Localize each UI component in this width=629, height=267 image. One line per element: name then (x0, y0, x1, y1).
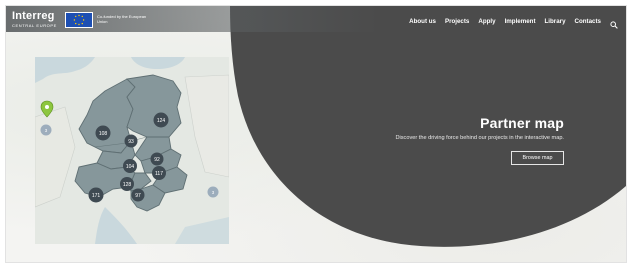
cluster-117[interactable]: 117 (152, 166, 166, 180)
top-header: Interreg CENTRAL EUROPE Co-funded by the… (6, 6, 626, 32)
cluster-97[interactable]: 97 (131, 188, 145, 202)
hero-title: Partner map (480, 115, 564, 131)
logo-main-text: Interreg (12, 10, 55, 22)
cluster-label: 97 (135, 193, 141, 199)
cluster-124[interactable]: 124 (153, 112, 169, 128)
cluster-label: 92 (154, 157, 160, 163)
cluster-label: 104 (126, 164, 135, 170)
interreg-logo[interactable]: Interreg CENTRAL EUROPE (12, 10, 57, 29)
cluster-label: 124 (157, 118, 166, 124)
cluster-label: 171 (92, 193, 101, 199)
cluster-label: 117 (155, 171, 163, 177)
browse-map-button[interactable]: Browse map (511, 151, 564, 165)
cluster-label: 108 (99, 131, 108, 137)
cluster-92[interactable]: 92 (150, 152, 164, 166)
cluster-171[interactable]: 171 (88, 187, 104, 203)
hero-description: Discover the driving force behind our pr… (395, 135, 564, 141)
cofunded-text: Co-funded by the European Union (97, 14, 147, 24)
search-icon[interactable] (610, 16, 618, 29)
map-svg: 124 108 93 104 92 117 128 171 97 3 3 (35, 57, 229, 244)
partner-map-preview[interactable]: 124 108 93 104 92 117 128 171 97 3 3 (35, 57, 229, 244)
nav-about-us[interactable]: About us (409, 18, 436, 25)
cluster-128[interactable]: 128 (120, 177, 134, 191)
page: Interreg CENTRAL EUROPE Co-funded by the… (6, 6, 626, 262)
main-nav: About us Projects Apply Implement Librar… (409, 16, 618, 29)
nav-contacts[interactable]: Contacts (575, 18, 601, 25)
cluster-108[interactable]: 108 (95, 125, 111, 141)
cluster-3-west[interactable]: 3 (40, 124, 52, 136)
cluster-label: 93 (128, 139, 134, 145)
cluster-104[interactable]: 104 (123, 159, 137, 173)
cluster-label: 128 (123, 182, 132, 188)
nav-projects[interactable]: Projects (445, 18, 469, 25)
nav-apply[interactable]: Apply (478, 18, 495, 25)
nav-implement[interactable]: Implement (505, 18, 536, 25)
logo-sub-text: CENTRAL EUROPE (12, 23, 57, 28)
eu-flag-icon (65, 12, 93, 28)
cluster-3-east[interactable]: 3 (207, 186, 219, 198)
cluster-93[interactable]: 93 (124, 134, 138, 148)
nav-library[interactable]: Library (545, 18, 566, 25)
